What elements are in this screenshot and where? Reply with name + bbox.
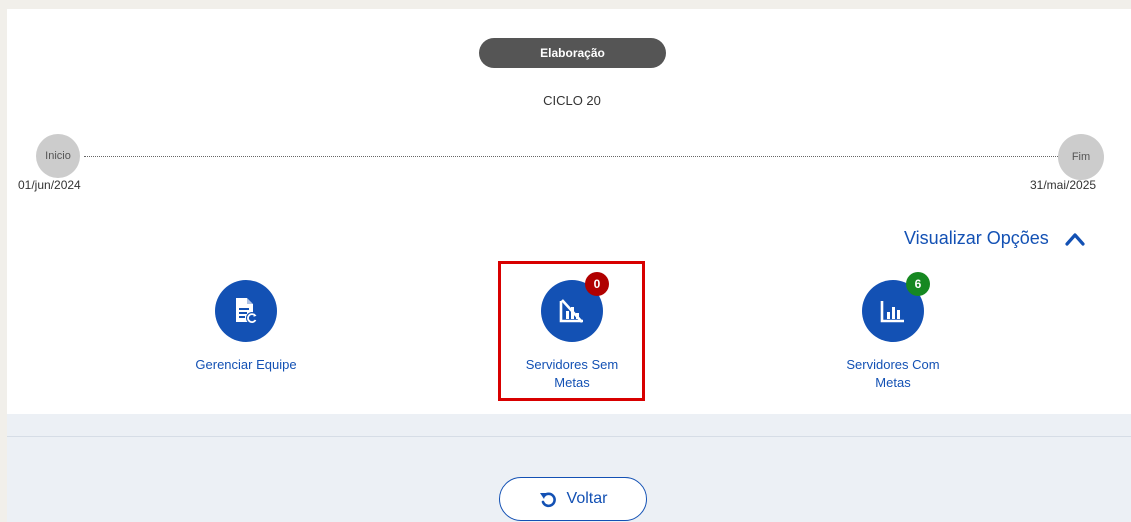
undo-icon xyxy=(539,492,556,508)
servers-without-goals-icon-circle: 0 xyxy=(541,272,609,342)
servers-with-goals-label-line2: Metas xyxy=(875,375,911,390)
servers-without-goals-label-line2: Metas xyxy=(554,375,590,390)
timeline-end-date: 31/mai/2025 xyxy=(1030,178,1097,192)
divider xyxy=(7,436,1131,437)
view-options-label: Visualizar Opções xyxy=(904,228,1049,248)
servers-without-goals-button[interactable]: 0 Servidores Sem Metas xyxy=(498,272,646,392)
bar-chart-icon xyxy=(880,301,904,323)
with-goals-badge: 6 xyxy=(906,272,930,296)
timeline-end-node: Fim xyxy=(1058,134,1104,180)
manage-team-label: Gerenciar Equipe xyxy=(195,357,297,372)
without-goals-badge: 0 xyxy=(585,272,609,296)
servers-without-goals-label: Servidores Sem Metas xyxy=(498,356,646,392)
document-refresh-icon xyxy=(236,298,258,324)
view-options-toggle[interactable]: Visualizar Opções xyxy=(904,228,1087,249)
timeline-start-date: 01/jun/2024 xyxy=(18,178,81,192)
back-button[interactable]: Voltar xyxy=(499,477,647,521)
timeline-start-node: Inicio xyxy=(36,134,80,178)
chevron-up-icon xyxy=(1065,232,1085,246)
servers-with-goals-button[interactable]: 6 Servidores Com Metas xyxy=(818,272,968,392)
manage-team-button[interactable]: Gerenciar Equipe xyxy=(176,280,316,374)
servers-with-goals-icon-circle: 6 xyxy=(862,272,930,342)
back-button-label: Voltar xyxy=(566,490,608,507)
servers-without-goals-label-line1: Servidores Sem xyxy=(525,357,619,372)
servers-with-goals-label: Servidores Com Metas xyxy=(818,356,968,392)
status-pill: Elaboração xyxy=(479,38,666,68)
manage-team-icon-circle xyxy=(215,280,277,342)
cycle-title: CICLO 20 xyxy=(543,93,601,108)
timeline-line xyxy=(84,156,1062,157)
chart-off-icon xyxy=(559,299,583,323)
servers-with-goals-label-line1: Servidores Com xyxy=(846,357,940,372)
